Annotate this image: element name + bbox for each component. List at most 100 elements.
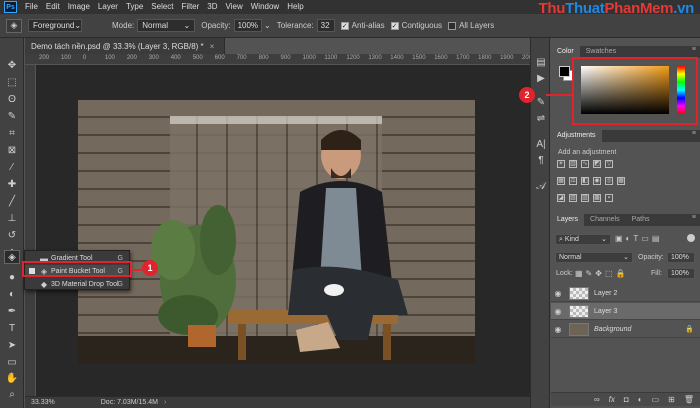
eye-icon[interactable]: ◉ (551, 325, 565, 334)
dodge-tool-icon[interactable]: ◐ (4, 287, 20, 301)
zoom-tool-icon[interactable]: ⌕ (4, 387, 20, 401)
invert-icon[interactable]: ◪ (557, 194, 565, 202)
flyout-3d-material-drop-tool[interactable]: ◆ 3D Material Drop Tool G (25, 278, 129, 290)
history-brush-icon[interactable]: ↺ (4, 228, 20, 242)
hand-tool-icon[interactable]: ✋ (4, 371, 20, 385)
fill-source-select[interactable]: Foreground ⌄ (28, 19, 82, 32)
channel-mixer-icon[interactable]: ◎ (605, 177, 613, 185)
character-icon[interactable]: A| (534, 138, 548, 150)
selective-color-icon[interactable]: ▪ (605, 194, 613, 202)
tool-preset-picker[interactable]: ◈ (6, 18, 22, 33)
photo-filter-icon[interactable]: ◉ (593, 177, 601, 185)
mode-label: Mode: (112, 21, 135, 30)
ruler-tick-label: 0 (82, 55, 87, 61)
menu-type[interactable]: Type (122, 0, 147, 14)
menu-view[interactable]: View (222, 0, 247, 14)
menu-edit[interactable]: Edit (42, 0, 64, 14)
link-layers-icon[interactable]: ∞ (594, 395, 600, 404)
paragraph-icon[interactable]: ¶ (534, 154, 548, 166)
black-white-icon[interactable]: ◧ (581, 177, 589, 185)
tab-paths[interactable]: Paths (626, 214, 656, 226)
marquee-tool-icon[interactable]: ⬚ (4, 75, 20, 89)
layer-filter-icons[interactable]: ▣◐T▭▤ (615, 234, 662, 243)
gradient-map-icon[interactable]: ▩ (593, 194, 601, 202)
layer-kind-filter[interactable]: ⌕ Kind ⌄ (555, 234, 611, 245)
color-lookup-icon[interactable]: ▦ (617, 177, 625, 185)
panel-menu-icon[interactable]: ≡ (692, 130, 700, 142)
contiguous-checkbox[interactable]: ✓ (390, 21, 399, 30)
brush-tool-icon[interactable]: ╱ (4, 194, 20, 208)
move-tool-icon[interactable]: ✥ (4, 58, 20, 72)
menu-filter[interactable]: Filter (178, 0, 204, 14)
fx-icon[interactable]: fx (609, 395, 615, 404)
close-icon[interactable]: × (210, 42, 215, 51)
quick-select-tool-icon[interactable]: ✎ (4, 109, 20, 123)
lasso-tool-icon[interactable]: ʘ (4, 92, 20, 106)
pen-tool-icon[interactable]: ✒ (4, 304, 20, 318)
filter-toggle-icon[interactable] (687, 234, 695, 242)
add-mask-icon[interactable]: ◘ (624, 395, 629, 404)
chevron-down-icon: ⌄ (623, 254, 629, 261)
menu-3d[interactable]: 3D (203, 0, 221, 14)
tab-layers[interactable]: Layers (551, 214, 585, 226)
chevron-right-icon[interactable]: › (164, 399, 166, 406)
tab-channels[interactable]: Channels (584, 214, 626, 226)
layer-opacity-input[interactable]: 100% (667, 252, 695, 263)
color-balance-icon[interactable]: ⚖ (569, 177, 577, 185)
frame-tool-icon[interactable]: ⊠ (4, 143, 20, 157)
eye-icon[interactable]: ◉ (551, 307, 565, 316)
fill-input[interactable]: 100% (667, 268, 695, 279)
path-select-icon[interactable]: ➤ (4, 338, 20, 352)
all-layers-checkbox[interactable] (448, 21, 457, 30)
options-bar: ◈ Foreground ⌄ Mode: Normal ⌄ Opacity: 100… (0, 14, 700, 38)
document-tab[interactable]: Demo tách nền.psd @ 33.3% (Layer 3, RGB/… (25, 38, 225, 54)
glyphs-icon[interactable]: 𝒜 (534, 180, 548, 192)
panel-menu-icon[interactable]: ≡ (692, 214, 700, 226)
foreground-color-swatch[interactable] (559, 66, 570, 77)
lock-icons[interactable]: ▦✎✥⬚🔒 (575, 269, 628, 278)
layer-row-selected[interactable]: ◉ Layer 3 (551, 303, 700, 320)
properties-icon[interactable]: ⇌ (534, 112, 548, 124)
type-tool-icon[interactable]: T (4, 321, 20, 335)
play-icon[interactable]: ▶ (534, 72, 548, 84)
vibrance-icon[interactable]: ▽ (605, 160, 613, 168)
hue-saturation-icon[interactable]: ▦ (557, 177, 565, 185)
eyedropper-tool-icon[interactable]: ⁄ (4, 160, 20, 174)
menu-layer[interactable]: Layer (94, 0, 122, 14)
crop-tool-icon[interactable]: ⌗ (4, 126, 20, 140)
clone-stamp-icon[interactable]: ⊥ (4, 211, 20, 225)
document-image[interactable] (78, 100, 475, 364)
menu-image[interactable]: Image (64, 0, 94, 14)
new-layer-icon[interactable]: ⊞ (668, 395, 675, 404)
healing-brush-icon[interactable]: ✚ (4, 177, 20, 191)
mode-select[interactable]: Normal ⌄ (137, 19, 196, 32)
posterize-icon[interactable]: ▧ (569, 194, 577, 202)
history-icon[interactable]: ▤ (534, 56, 548, 68)
blur-tool-icon[interactable]: ● (4, 270, 20, 284)
adjustment-layer-icon[interactable]: ◐ (638, 395, 643, 404)
menu-file[interactable]: File (21, 0, 42, 14)
adjustments-title[interactable]: Adjustments (551, 130, 602, 142)
layer-row[interactable]: ◉ Layer 2 (551, 285, 700, 302)
antialias-checkbox[interactable]: ✓ (340, 21, 349, 30)
levels-icon[interactable]: ▥ (569, 160, 577, 168)
layer-row[interactable]: ◉ Background 🔒 (551, 321, 700, 338)
opacity-input[interactable]: 100% (233, 19, 263, 32)
ruler-tick-label: 800 (258, 55, 269, 61)
trash-icon[interactable]: 🗑 (684, 395, 694, 404)
eye-icon[interactable]: ◉ (551, 289, 565, 298)
tolerance-input[interactable]: 32 (316, 19, 335, 32)
paint-bucket-tool-icon[interactable]: ◈ (4, 250, 20, 264)
exposure-icon[interactable]: ◩ (593, 160, 601, 168)
chevron-down-icon[interactable]: ⌄ (264, 21, 271, 30)
threshold-icon[interactable]: ▨ (581, 194, 589, 202)
menu-select[interactable]: Select (147, 0, 177, 14)
blend-mode-select[interactable]: Normal ⌄ (555, 252, 633, 263)
zoom-level[interactable]: 33.33% (31, 399, 55, 406)
shape-tool-icon[interactable]: ▭ (4, 355, 20, 369)
curves-icon[interactable]: ∿ (581, 160, 589, 168)
menu-window[interactable]: Window (247, 0, 283, 14)
menu-help[interactable]: Help (283, 0, 307, 14)
new-group-icon[interactable]: ▭ (652, 395, 660, 404)
brightness-icon[interactable]: ☀ (557, 160, 565, 168)
